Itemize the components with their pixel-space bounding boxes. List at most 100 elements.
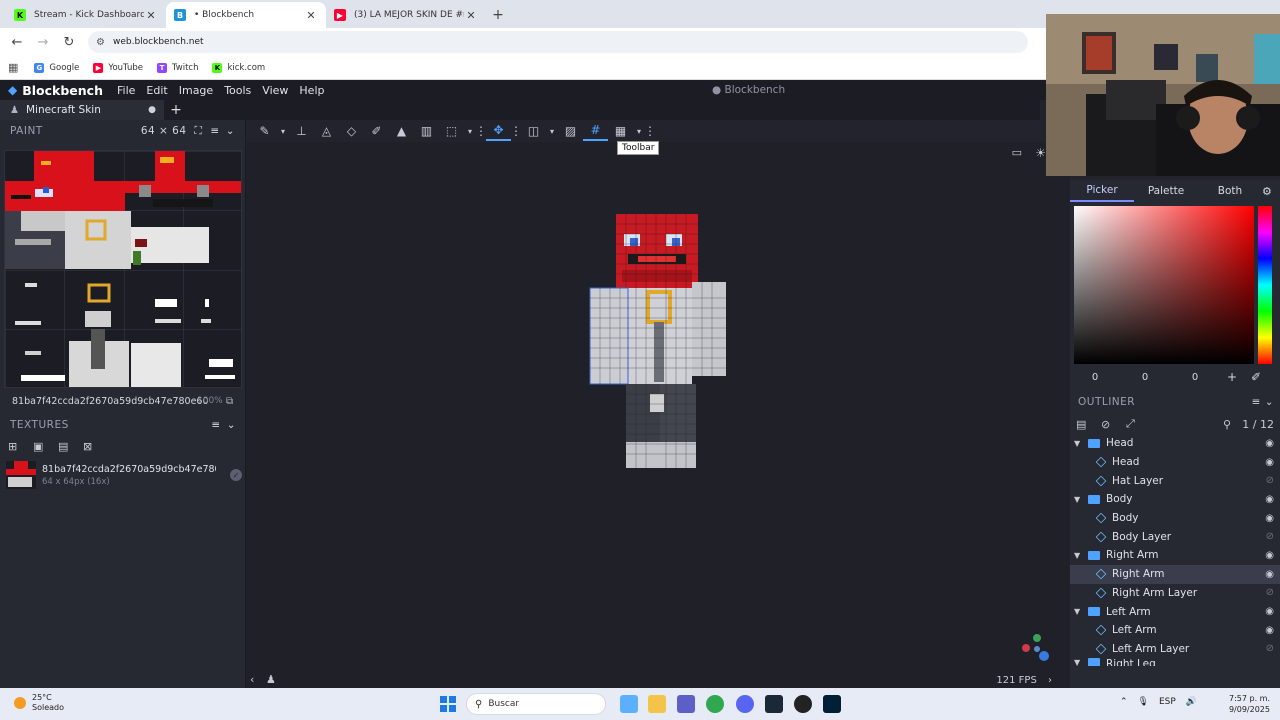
shape-icon[interactable]: ▲ — [389, 121, 414, 141]
folder-icon[interactable]: ▤ — [58, 440, 83, 453]
file-explorer-icon[interactable] — [648, 695, 666, 713]
more-vertical-icon[interactable]: ⋮ — [475, 121, 487, 141]
browser-tab-blockbench[interactable]: B • Blockbench ✕ — [166, 2, 326, 28]
3d-viewport[interactable]: ▭ ☀ ‹ ♟ 121 FPS › — [246, 142, 1070, 688]
axis-gizmo[interactable] — [1022, 634, 1052, 664]
outliner-cube[interactable]: Hat Layer ⊘ — [1070, 471, 1280, 490]
eye-hidden-icon[interactable]: ⊘ — [1266, 643, 1274, 654]
menu-view[interactable]: View — [262, 84, 288, 97]
expand-icon[interactable]: ⤢ — [1126, 417, 1151, 431]
import-texture-icon[interactable]: ⊞ — [8, 440, 33, 453]
discord-icon[interactable] — [736, 695, 754, 713]
gradient-icon[interactable]: ▥ — [414, 121, 439, 141]
bookmark-google[interactable]: G Google — [34, 62, 79, 73]
outliner-cube-selected[interactable]: Right Arm ◉ — [1070, 564, 1280, 584]
layout-icon[interactable]: ▦ — [608, 121, 633, 141]
outliner-cube[interactable]: Left Arm Layer ⊘ — [1070, 640, 1280, 659]
eye-icon[interactable]: ◉ — [1265, 625, 1274, 636]
dropdown-icon[interactable]: ▾ — [277, 121, 289, 141]
eye-hidden-icon[interactable]: ⊘ — [1266, 531, 1274, 542]
outliner-cube[interactable]: Body Layer ⊘ — [1070, 527, 1280, 546]
photoshop-icon[interactable] — [823, 695, 841, 713]
obs-icon[interactable] — [794, 695, 812, 713]
language-indicator[interactable]: ESP — [1159, 697, 1176, 707]
more-vertical-icon[interactable]: ⋮ — [644, 121, 656, 141]
outliner-cube[interactable]: Right Arm Layer ⊘ — [1070, 584, 1280, 603]
outliner-group[interactable]: ▼ Body ◉ — [1070, 490, 1280, 509]
teams-icon[interactable] — [677, 695, 695, 713]
back-button[interactable]: ← — [6, 31, 28, 53]
add-color-icon[interactable]: + — [1220, 370, 1244, 384]
start-windows-icon[interactable] — [440, 696, 456, 712]
eyedropper-icon[interactable]: ✐ — [1244, 370, 1268, 384]
url-input[interactable]: ⚙ web.blockbench.net — [88, 31, 1028, 53]
speaker-icon[interactable]: 🔊 — [1186, 697, 1197, 707]
gear-icon[interactable]: ⚙ — [1262, 185, 1280, 198]
chevron-down-icon[interactable]: ⌄ — [227, 419, 236, 431]
add-cube-icon[interactable]: ▤ — [1076, 418, 1101, 431]
chevron-down-icon[interactable]: ▼ — [1074, 495, 1084, 504]
hue-slider[interactable] — [1258, 206, 1272, 364]
eye-icon[interactable]: ◉ — [1265, 569, 1274, 580]
more-vertical-icon[interactable]: ⋮ — [510, 121, 522, 141]
new-project-button[interactable]: + — [164, 102, 188, 118]
chevron-down-icon[interactable]: ▼ — [1074, 658, 1084, 666]
copy-icon[interactable]: ⧉ — [226, 396, 233, 407]
chevron-up-icon[interactable]: ⌃ — [1120, 697, 1128, 707]
hide-icon[interactable]: ⊘ — [1101, 418, 1126, 431]
create-texture-icon[interactable]: ▣ — [33, 440, 58, 453]
chevron-down-icon[interactable]: ▼ — [1074, 551, 1084, 560]
menu-lines-icon[interactable]: ≡ — [211, 419, 220, 431]
close-tab-icon[interactable]: ✕ — [464, 9, 478, 22]
chevron-down-icon[interactable]: ▼ — [1074, 607, 1084, 616]
tab-both[interactable]: Both — [1198, 185, 1262, 197]
menu-lines-icon[interactable]: ≡ ⌄ — [1252, 396, 1274, 408]
eye-hidden-icon[interactable]: ⊘ — [1266, 475, 1274, 486]
menu-tools[interactable]: Tools — [224, 84, 251, 97]
browser-tab-youtube[interactable]: ▶ (3) LA MEJOR SKIN DE #roblox ✕ — [326, 2, 486, 28]
forward-button[interactable]: → — [32, 31, 54, 53]
chevron-down-icon[interactable]: ▼ — [1074, 439, 1084, 448]
outliner-group[interactable]: ▼ Head ◉ — [1070, 434, 1280, 453]
move-icon[interactable]: ✥ — [486, 121, 511, 141]
check-icon[interactable]: ✓ — [230, 469, 242, 481]
taskbar-search[interactable]: ⚲ Buscar — [466, 693, 606, 715]
search-icon[interactable]: ⚲ — [1223, 418, 1231, 431]
eraser-icon[interactable]: ◇ — [339, 121, 364, 141]
site-info-icon[interactable]: ⚙ — [96, 37, 105, 48]
texture-list-item[interactable]: 81ba7f42ccda2f2670a59d9cb47e780e60 64 x … — [6, 460, 242, 490]
close-tab-icon[interactable]: ✕ — [144, 9, 158, 22]
eye-icon[interactable]: ◉ — [1265, 513, 1274, 524]
eye-icon[interactable]: ◉ — [1265, 438, 1274, 449]
tab-palette[interactable]: Palette — [1134, 185, 1198, 197]
menu-help[interactable]: Help — [299, 84, 324, 97]
lock-alpha-icon[interactable]: ▨ — [558, 121, 583, 141]
stamp-icon[interactable]: ⊥ — [289, 121, 314, 141]
menu-edit[interactable]: Edit — [146, 84, 167, 97]
eye-icon[interactable]: ◉ — [1265, 550, 1274, 561]
copilot-icon[interactable] — [620, 695, 638, 713]
outliner-cube[interactable]: Left Arm ◉ — [1070, 621, 1280, 640]
brush-icon[interactable]: ✎ — [252, 121, 277, 141]
taskbar-clock[interactable]: 7:57 p. m. 9/09/2025 — [1224, 693, 1270, 715]
eye-icon[interactable]: ◉ — [1265, 494, 1274, 505]
steam-icon[interactable] — [765, 695, 783, 713]
menu-lines-icon[interactable]: ≡ — [210, 125, 219, 137]
color-saturation-picker[interactable] — [1074, 206, 1254, 364]
chevron-right-icon[interactable]: › — [1048, 675, 1052, 686]
bookmark-twitch[interactable]: T Twitch — [156, 62, 198, 73]
texture-grid-icon[interactable]: ⊠ — [83, 440, 108, 453]
outliner-cube[interactable]: Body ◉ — [1070, 509, 1280, 528]
chevron-down-icon[interactable]: ⌄ — [226, 125, 235, 137]
pose-figure-icon[interactable]: ♟ — [266, 673, 276, 686]
reload-button[interactable]: ↻ — [58, 31, 80, 53]
color-picker-icon[interactable]: ✐ — [364, 121, 389, 141]
red-value[interactable]: 0 — [1070, 372, 1120, 383]
outliner-group[interactable]: ▼ Right Leg — [1070, 658, 1280, 667]
pixel-grid-icon[interactable]: # — [583, 121, 608, 141]
fullscreen-icon[interactable]: ⛶ — [195, 125, 203, 138]
outliner-group[interactable]: ▼ Left Arm ◉ — [1070, 602, 1280, 621]
green-value[interactable]: 0 — [1120, 372, 1170, 383]
unsaved-dot-icon[interactable]: ● — [148, 105, 156, 115]
outliner-group[interactable]: ▼ Right Arm ◉ — [1070, 546, 1280, 565]
